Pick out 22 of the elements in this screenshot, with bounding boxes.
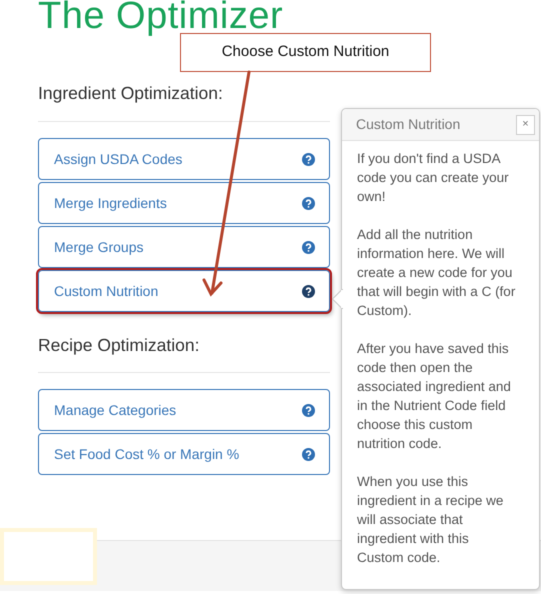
- option-button[interactable]: Manage Categories: [38, 389, 330, 431]
- help-icon[interactable]: [302, 404, 315, 416]
- popover-paragraph: If you don't find a USDA code you can create your own!: [357, 150, 510, 206]
- help-icon[interactable]: [302, 152, 315, 166]
- section-heading: Recipe Optimization:: [38, 335, 200, 356]
- close-button[interactable]: ×: [516, 114, 535, 134]
- help-icon[interactable]: [302, 240, 315, 254]
- callout-label: Choose Custom Nutrition: [180, 33, 431, 72]
- help-icon[interactable]: [302, 448, 315, 460]
- popover-paragraph: Add all the nutrition information here. We will create a new code for you that will begin with a C (for Custom).: [357, 226, 516, 320]
- help-icon[interactable]: [302, 284, 315, 298]
- option-button[interactable]: Merge Groups: [38, 226, 330, 268]
- popover-paragraph: After you have saved this code then open the associated ingredient and in the Nutrient Code field choose this custom nutrition code.: [357, 340, 512, 453]
- option-button[interactable]: Merge Ingredients: [38, 182, 330, 224]
- section-heading: Ingredient Optimization:: [38, 83, 224, 104]
- page-title: The Optimizer: [38, 0, 284, 35]
- help-icon[interactable]: [302, 196, 315, 210]
- popover-title: Custom Nutrition: [356, 115, 460, 134]
- popover-paragraph: When you use this ingredient in a recipe we will associate that ingredient with this Custom code.: [357, 473, 504, 567]
- option-button[interactable]: Set Food Cost % or Margin %: [38, 433, 330, 475]
- option-button[interactable]: Custom Nutrition: [38, 270, 330, 312]
- option-button[interactable]: Assign USDA Codes: [38, 138, 330, 180]
